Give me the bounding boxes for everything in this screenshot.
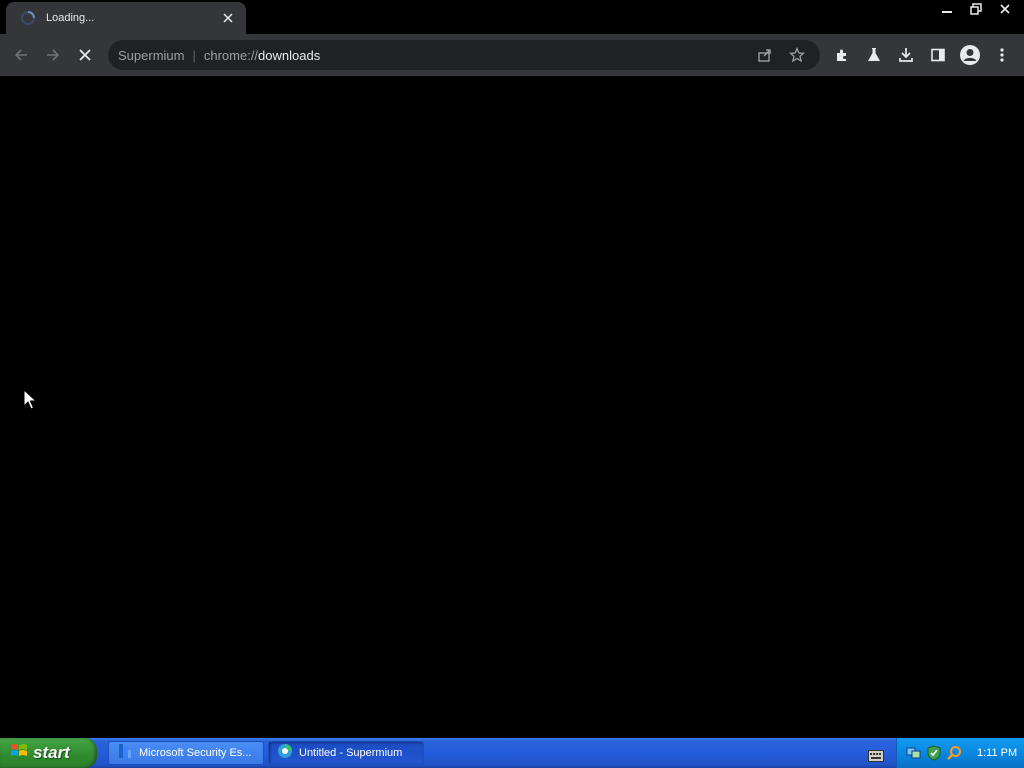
close-window-icon[interactable] (992, 0, 1018, 18)
clock: 1:11 PM (977, 747, 1018, 759)
restore-icon[interactable] (963, 0, 989, 18)
system-tray: 1:11 PM (896, 738, 1024, 768)
window-controls (931, 0, 1018, 18)
start-label: start (33, 743, 70, 762)
omnibox-separator: | (192, 47, 196, 63)
taskbar-item-security-essentials[interactable]: Microsoft Security Es... (108, 741, 264, 765)
labs-flask-icon[interactable] (861, 42, 887, 68)
stop-loading-icon[interactable] (72, 42, 98, 68)
bookmark-star-icon[interactable] (784, 43, 810, 67)
browser-window: Loading... Supermium | chrome://download… (0, 0, 1024, 738)
task-label: Microsoft Security Es... (139, 747, 252, 759)
taskbar-item-supermium[interactable]: Untitled - Supermium (268, 741, 424, 765)
page-content (0, 77, 1024, 738)
extensions-icon[interactable] (829, 42, 855, 68)
search-magnifier-icon[interactable] (945, 744, 963, 762)
minimize-icon[interactable] (934, 0, 960, 18)
share-icon[interactable] (752, 43, 778, 67)
network-icon[interactable] (905, 744, 923, 762)
security-essentials-icon (117, 743, 133, 763)
tab-strip: Loading... (0, 0, 1024, 34)
omnibox-host-label: Supermium (118, 47, 185, 63)
browser-toolbar: Supermium | chrome://downloads (0, 34, 1024, 76)
side-panel-icon[interactable] (925, 42, 951, 68)
omnibox-url[interactable]: chrome://downloads (204, 48, 746, 63)
back-arrow-icon[interactable] (8, 42, 34, 68)
tab-title: Loading... (46, 12, 95, 24)
loading-spinner-icon (20, 10, 36, 26)
supermium-icon (277, 743, 293, 763)
download-icon[interactable] (893, 42, 919, 68)
windows-flag-icon (10, 742, 28, 764)
url-scheme: chrome:// (203, 47, 259, 63)
tab-close-icon[interactable] (220, 10, 236, 26)
url-path: downloads (258, 47, 321, 63)
start-button[interactable]: start (0, 738, 97, 768)
mouse-cursor-icon (23, 388, 38, 415)
address-bar[interactable]: Supermium | chrome://downloads (108, 40, 820, 70)
taskbar: start Microsoft Security Es... Untitled … (0, 738, 1024, 768)
task-label: Untitled - Supermium (299, 747, 403, 759)
menu-kebab-icon[interactable] (989, 42, 1015, 68)
forward-arrow-icon[interactable] (40, 42, 66, 68)
shield-check-icon[interactable] (925, 744, 943, 762)
keyboard-icon[interactable] (868, 747, 884, 762)
tab-active[interactable]: Loading... (6, 2, 246, 34)
profile-avatar-icon[interactable] (957, 42, 983, 68)
